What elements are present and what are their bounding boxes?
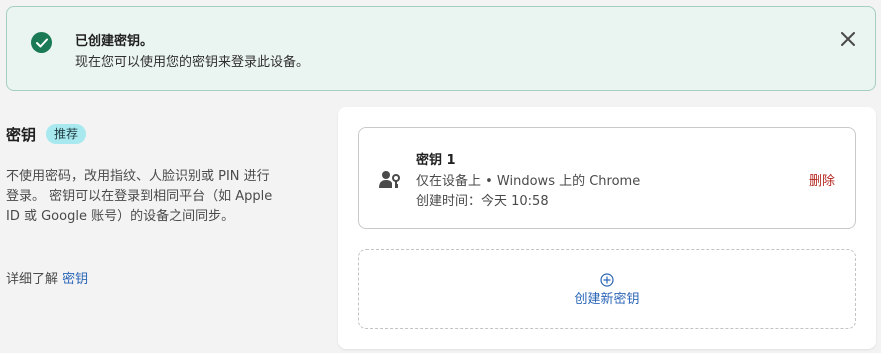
passkey-info: 密钥 推荐 不使用密码，改用指纹、人脸识别或 PIN 进行登录。 密钥可以在登录…	[6, 120, 286, 287]
banner-message: 现在您可以使用您的密钥来登录此设备。	[75, 55, 310, 70]
section-description: 不使用密码，改用指纹、人脸识别或 PIN 进行登录。 密钥可以在登录到相同平台（…	[6, 169, 273, 224]
create-passkey-button[interactable]: 创建新密钥	[358, 249, 856, 329]
learn-more-prefix: 详细了解	[6, 272, 59, 287]
passkey-name: 密钥 1	[416, 153, 456, 168]
plus-circle-icon	[600, 272, 614, 287]
learn-more-link[interactable]: 密钥	[62, 272, 88, 287]
close-icon[interactable]	[839, 30, 857, 48]
passkey-card: 密钥 1 仅在设备上 • Windows 上的 Chrome 创建时间：今天 1…	[338, 107, 876, 349]
recommended-badge: 推荐	[46, 124, 87, 144]
success-banner: 已创建密钥。 现在您可以使用您的密钥来登录此设备。	[6, 6, 876, 91]
check-circle-icon	[31, 32, 52, 53]
passkey-item: 密钥 1 仅在设备上 • Windows 上的 Chrome 创建时间：今天 1…	[358, 127, 856, 229]
banner-title: 已创建密钥。	[75, 34, 154, 49]
learn-more: 详细了解 密钥	[6, 268, 88, 287]
section-title: 密钥	[6, 125, 37, 144]
user-key-icon	[379, 170, 401, 190]
passkey-location: 仅在设备上 • Windows 上的 Chrome	[416, 174, 641, 189]
delete-button[interactable]: 删除	[809, 170, 835, 189]
passkey-created: 创建时间：今天 10:58	[416, 194, 549, 209]
create-passkey-label: 创建新密钥	[574, 291, 640, 307]
